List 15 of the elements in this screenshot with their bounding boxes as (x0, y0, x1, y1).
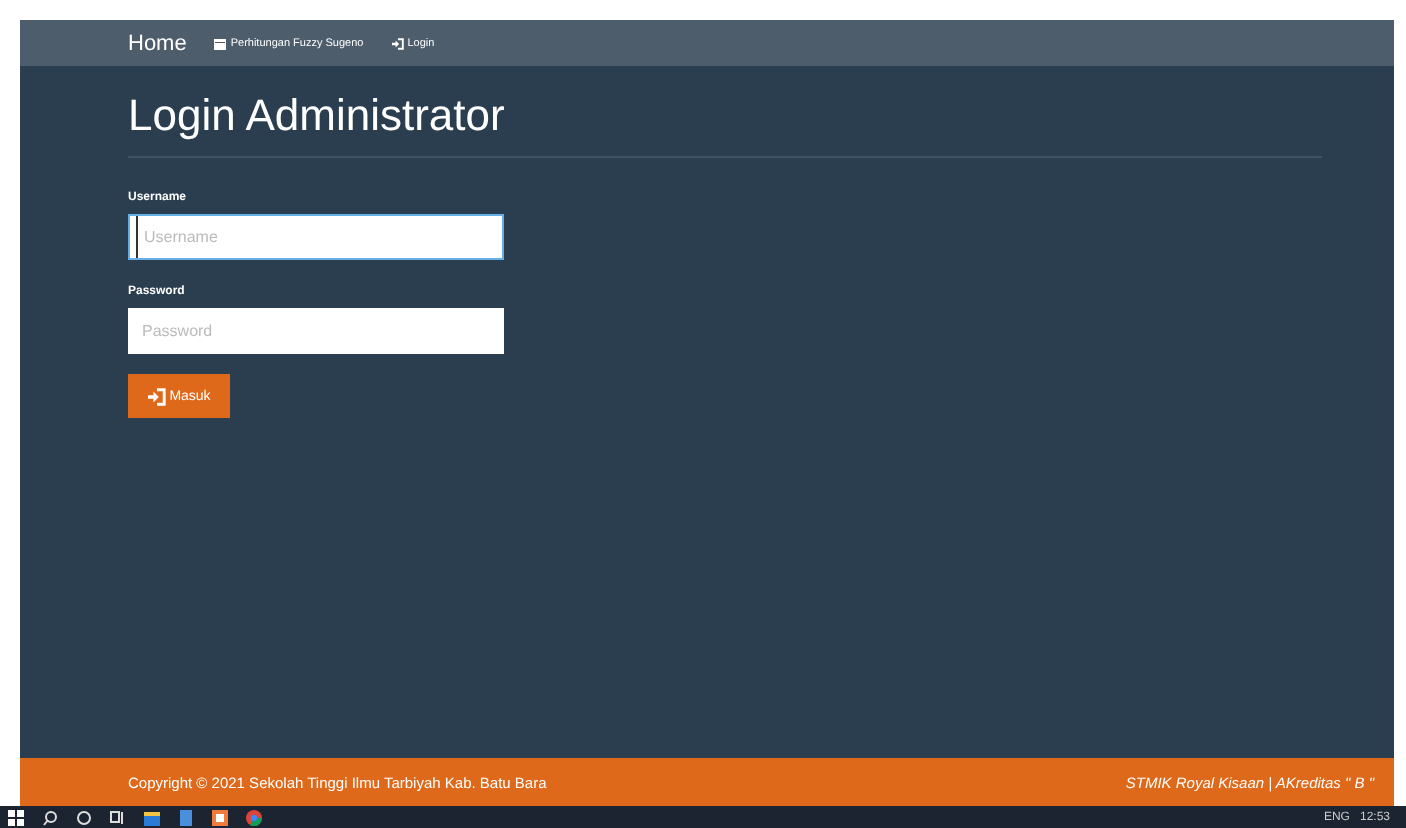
browser-icon[interactable] (246, 810, 262, 826)
input-field[interactable]: Username (128, 214, 504, 260)
task-view-icon[interactable] (110, 810, 126, 826)
windows-start-icon[interactable] (8, 810, 24, 826)
document-icon[interactable] (178, 810, 194, 826)
circle-icon[interactable] (76, 810, 92, 826)
calendar-icon (214, 37, 227, 49)
search-icon[interactable] (42, 810, 58, 826)
login-icon (147, 387, 166, 405)
folder-icon[interactable] (144, 810, 160, 826)
login-icon (391, 37, 404, 49)
page-title: Login Administrator (128, 90, 1322, 158)
app-icon[interactable] (212, 810, 228, 826)
input-field[interactable]: Password (128, 308, 504, 354)
home-link[interactable]: Home (128, 31, 187, 55)
